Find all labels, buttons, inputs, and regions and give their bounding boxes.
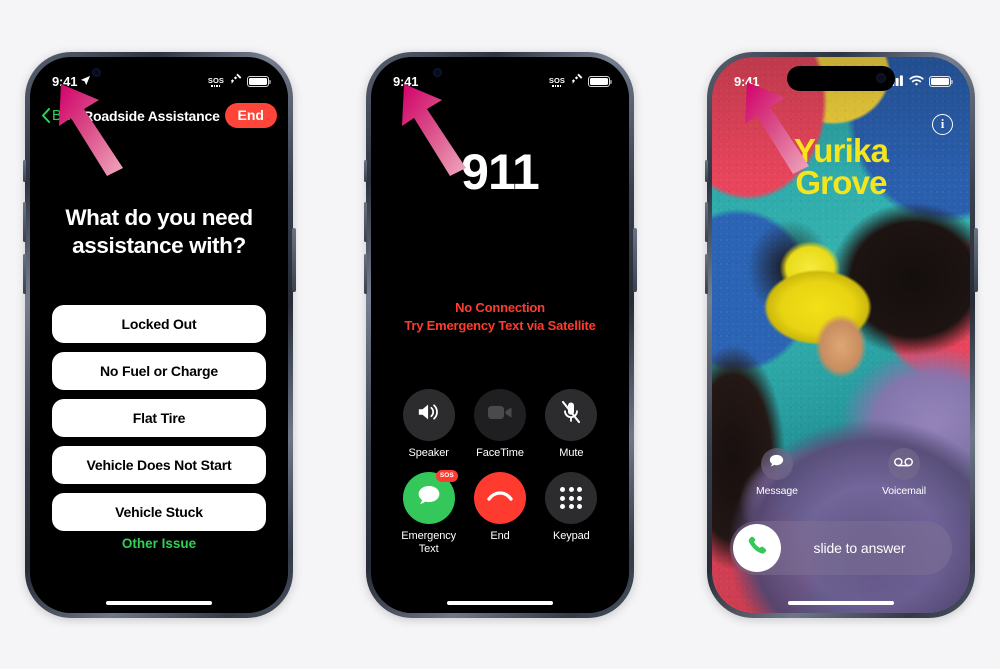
mute-control[interactable]: Mute (536, 388, 607, 460)
heading-question: What do you need assistance with? (65, 204, 253, 258)
volume-up-button[interactable] (704, 201, 708, 242)
message-label: Message (756, 484, 798, 497)
battery-icon (588, 76, 610, 87)
speaker-control[interactable]: Speaker (393, 388, 464, 460)
satellite-icon (570, 73, 583, 91)
location-arrow-icon (80, 74, 91, 89)
navigation-bar: Back Roadside Assistance End (30, 99, 288, 133)
page-title: Roadside Assistance (83, 107, 220, 124)
option-locked-out[interactable]: Locked Out (52, 304, 266, 343)
status-bar-time-phone-1: 9:41 (52, 74, 91, 89)
sos-badge: SOS (435, 470, 458, 482)
end-call-button[interactable] (473, 472, 526, 525)
voicemail-icon (894, 455, 914, 473)
facetime-label: FaceTime (476, 446, 524, 459)
front-camera-dot (92, 67, 101, 77)
slide-to-answer-label: slide to answer (813, 539, 906, 556)
volume-down-button[interactable] (22, 253, 26, 294)
dynamic-island (458, 65, 542, 89)
message-bubble-icon (416, 483, 442, 513)
slide-to-answer-slider[interactable]: slide to answer (730, 520, 952, 575)
dynamic-island (117, 65, 201, 89)
status-bar-icons-phone-1: SOS (208, 73, 269, 91)
option-flat-tire[interactable]: Flat Tire (52, 398, 266, 437)
speaker-button[interactable] (402, 388, 455, 441)
home-indicator[interactable] (447, 600, 553, 605)
message-button[interactable] (760, 447, 793, 480)
mute-button[interactable] (545, 388, 598, 441)
status-bar-time-phone-2: 9:41 (393, 74, 418, 89)
voicemail-button[interactable] (887, 447, 920, 480)
screen-roadside: 9:41 SOS Back Roadside Assistance End Wh… (30, 56, 288, 613)
status-bar-icons-phone-2: SOS (549, 73, 610, 91)
time-text: 9:41 (393, 74, 419, 89)
screen-incoming-call: 9:41 i Yurika Grove Message Voicemail sl… (712, 56, 970, 613)
chevron-left-icon (41, 108, 50, 123)
caller-last-name: Grove (795, 163, 887, 201)
front-camera-dot (433, 67, 442, 77)
volume-down-button[interactable] (704, 253, 708, 294)
call-status-line-2: Try Emergency Text via Satellite (404, 318, 596, 334)
phones-stage: 9:41 SOS Back Roadside Assistance End Wh… (0, 0, 1000, 669)
mute-label: Mute (559, 446, 584, 459)
option-vehicle-does-not-start[interactable]: Vehicle Does Not Start (52, 445, 266, 484)
option-no-fuel-or-charge[interactable]: No Fuel or Charge (52, 351, 266, 390)
message-bubble-icon (768, 453, 785, 474)
power-button[interactable] (292, 227, 296, 292)
silent-switch[interactable] (705, 159, 708, 182)
sos-icon: SOS (548, 75, 565, 87)
keypad-control[interactable]: Keypad (536, 472, 607, 556)
home-indicator[interactable] (788, 600, 894, 605)
power-button[interactable] (633, 227, 637, 292)
message-action[interactable]: Message (756, 447, 798, 497)
phone-roadside-assistance: 9:41 SOS Back Roadside Assistance End Wh… (22, 51, 296, 618)
volume-up-button[interactable] (363, 201, 367, 242)
silent-switch[interactable] (23, 159, 26, 182)
incoming-call-actions: Message Voicemail (712, 447, 970, 497)
end-button[interactable]: End (224, 103, 277, 128)
emergency-text-button[interactable]: SOS (402, 470, 458, 525)
call-status-line-1: No Connection (455, 299, 545, 315)
facetime-control[interactable]: FaceTime (464, 388, 535, 460)
battery-icon (247, 76, 269, 87)
dynamic-island (787, 65, 895, 91)
front-camera-icon (876, 73, 886, 83)
facetime-button[interactable] (473, 388, 526, 441)
end-call-icon (487, 489, 513, 508)
end-call-label: End (490, 530, 510, 543)
facetime-video-icon (487, 404, 513, 426)
option-vehicle-stuck[interactable]: Vehicle Stuck (52, 492, 266, 531)
end-call-control[interactable]: End (464, 472, 535, 556)
assistance-options-list: Locked Out No Fuel or Charge Flat Tire V… (52, 304, 266, 531)
satellite-icon (229, 73, 242, 91)
keypad-button[interactable] (545, 472, 598, 525)
volume-up-button[interactable] (22, 201, 26, 242)
speaker-icon (417, 401, 441, 428)
caller-first-name: Yurika (793, 131, 889, 169)
caller-name: Yurika Grove (712, 131, 970, 201)
call-number: 911 (461, 143, 540, 200)
emergency-text-control[interactable]: SOS Emergency Text (393, 470, 464, 556)
keypad-icon (560, 487, 583, 510)
voicemail-action[interactable]: Voicemail (881, 447, 926, 497)
phone-handset-icon (746, 534, 768, 561)
other-issue-link[interactable]: Other Issue (30, 536, 288, 551)
power-button[interactable] (974, 227, 978, 292)
speaker-label: Speaker (408, 446, 449, 459)
volume-down-button[interactable] (363, 253, 367, 294)
silent-switch[interactable] (364, 159, 367, 182)
voicemail-label: Voicemail (881, 484, 926, 497)
mic-muted-icon (560, 400, 582, 429)
home-indicator[interactable] (106, 600, 212, 605)
sos-icon: SOS (207, 75, 224, 87)
emergency-text-label: Emergency Text (401, 530, 457, 556)
call-controls-grid: Speaker FaceTime Mute SOS Emergency Text… (393, 388, 607, 557)
phone-emergency-call: 9:41 SOS 911 No Connection Try Emergency… (363, 51, 637, 618)
keypad-label: Keypad (552, 530, 590, 543)
screen-emergency-call: 9:41 SOS 911 No Connection Try Emergency… (371, 56, 629, 613)
info-circle-icon[interactable]: i (932, 113, 953, 135)
time-text: 9:41 (52, 74, 78, 89)
phone-incoming-call: 9:41 i Yurika Grove Message Voicemail sl… (704, 51, 978, 618)
call-status-message: No Connection Try Emergency Text via Sat… (371, 299, 629, 337)
